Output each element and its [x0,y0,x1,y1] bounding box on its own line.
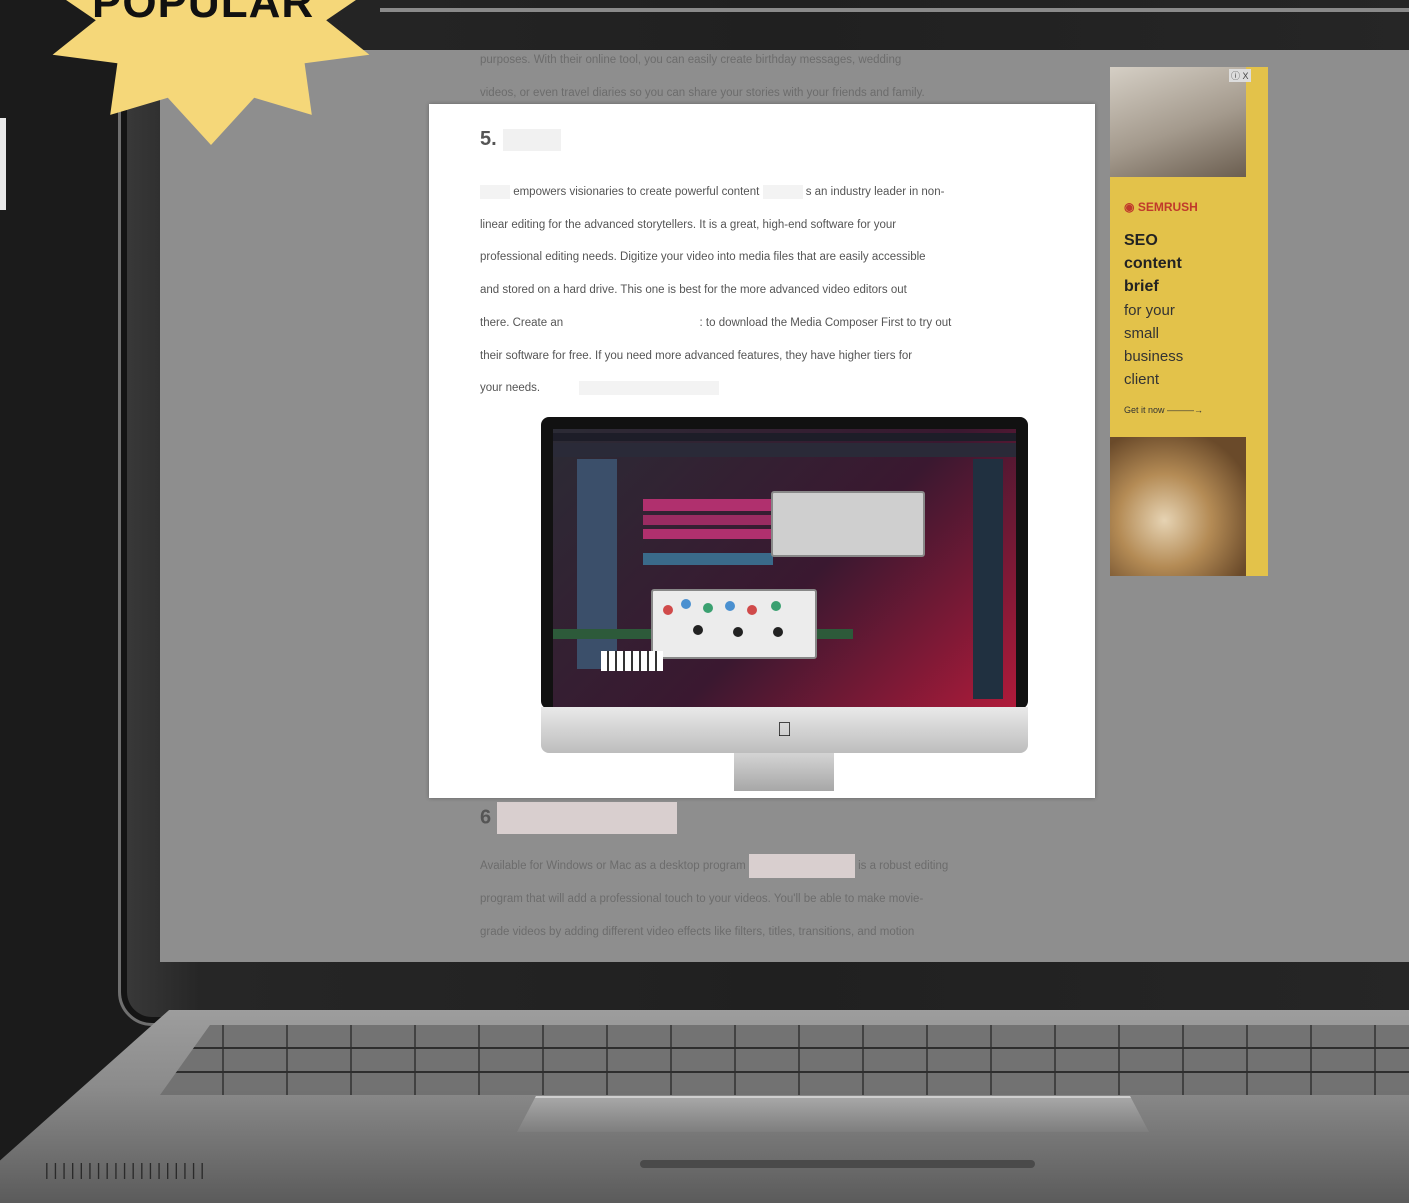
semrush-ad[interactable]: ⓘ X ◉ SEMRUSH SEO content brief for your… [1110,67,1268,576]
paragraph-text: there. Create an [480,316,564,329]
ad-subtext-line: for your [1124,302,1175,319]
knob [725,601,735,611]
piano-keyboard [601,651,663,671]
laptop-trackpad [517,1096,1149,1132]
daw-transport [553,443,1016,457]
redacted-link[interactable] [579,381,720,396]
next-section-number: 6 [480,806,492,829]
knob [703,603,713,613]
semrush-flame-icon: ◉ [1124,200,1138,214]
ad-photo-texture [1110,437,1246,576]
popular-badge-label: POPULAR [92,0,315,27]
ad-subtext-line: business [1124,348,1184,365]
ad-brand-logo: ◉ SEMRUSH [1124,200,1198,214]
article-line: purposes. With their online tool, you ca… [480,54,902,66]
article-line: program that will add a professional tou… [480,893,924,905]
paragraph-text: your needs. [480,382,541,395]
knob [733,627,743,637]
redacted-link[interactable] [566,315,697,330]
paragraph-line: there. Create an : to download the Media… [480,307,1086,340]
daw-toolbar [553,433,1016,441]
article-line: grade videos by adding different video e… [480,926,915,938]
daw-mixer [973,459,1003,699]
ad-headline-line: content [1124,255,1182,272]
paragraph-text: s an industry leader in non- [805,186,945,198]
knob [747,605,757,615]
ad-headline-line: SEO [1124,232,1158,249]
daw-clip [643,553,773,565]
ad-subtext-line: client [1124,371,1160,388]
ad-brand-name: SEMRUSH [1137,200,1198,214]
card-heading: 5. [480,128,561,151]
paragraph-text: : to download the Media Composer First t… [699,316,952,329]
amp-plugin-window [771,491,925,557]
background-article-top: purposes. With their online tool, you ca… [480,50,1100,110]
ad-photo-furniture [1110,67,1246,177]
article-text: Available for Windows or Mac as a deskto… [480,860,746,872]
redacted-word [480,184,510,199]
arrow-right-icon: ———→ [1164,405,1204,415]
redacted-word [762,184,803,199]
redacted-name [748,853,855,878]
synth-plugin-window [651,589,817,659]
card-heading-number: 5. [480,128,497,150]
daw-clip [643,499,783,511]
paragraph-text: empowers visionaries to create powerful … [513,186,760,198]
paragraph-line: professional editing needs. Digitize you… [480,251,926,264]
knob [771,601,781,611]
redacted-title [496,802,677,834]
keyboard-rows [160,1025,1409,1095]
imac-stand [734,753,834,791]
laptop-front-notch [640,1160,1035,1168]
imac-illustration:  [541,417,1028,791]
knob [663,605,673,615]
ad-cta-label: Get it now [1124,405,1165,415]
daw-screenshot [553,429,1016,707]
knob [681,599,691,609]
ad-close-button[interactable]: ⓘ X [1229,69,1251,82]
knob [773,627,783,637]
apple-icon:  [777,719,792,742]
paragraph-line: linear editing for the advanced storytel… [480,218,897,231]
lid-top-edge [380,8,1409,12]
paragraph-line: empowers visionaries to create powerful … [480,176,1086,209]
paragraph-line: their software for free. If you need mor… [480,349,913,362]
left-edge-bar [0,118,6,210]
ad-headline: SEO content brief [1124,229,1234,298]
ad-subtext-line: small [1124,325,1160,342]
background-article-bottom: Available for Windows or Mac as a deskto… [480,850,1100,949]
article-text: is a robust editing [858,860,949,872]
redacted-heading [502,128,561,151]
daw-clip [643,515,773,525]
ad-subtext: for your small business client [1124,299,1234,391]
ad-headline-line: brief [1124,278,1159,295]
card-paragraph: empowers visionaries to create powerful … [480,176,1086,405]
laptop-vent-icon: ||||||||||||||||||| [42,1160,207,1179]
paragraph-line: and stored on a hard drive. This one is … [480,284,907,297]
ad-cta-link[interactable]: Get it now ———→ [1124,405,1203,415]
paragraph-line: your needs. [480,372,1086,405]
next-section-heading: 6 [480,802,677,834]
knob [693,625,703,635]
article-line: Available for Windows or Mac as a deskto… [480,850,1100,883]
highlighted-article-card: 5. empowers visionaries to create powerf… [429,104,1095,798]
